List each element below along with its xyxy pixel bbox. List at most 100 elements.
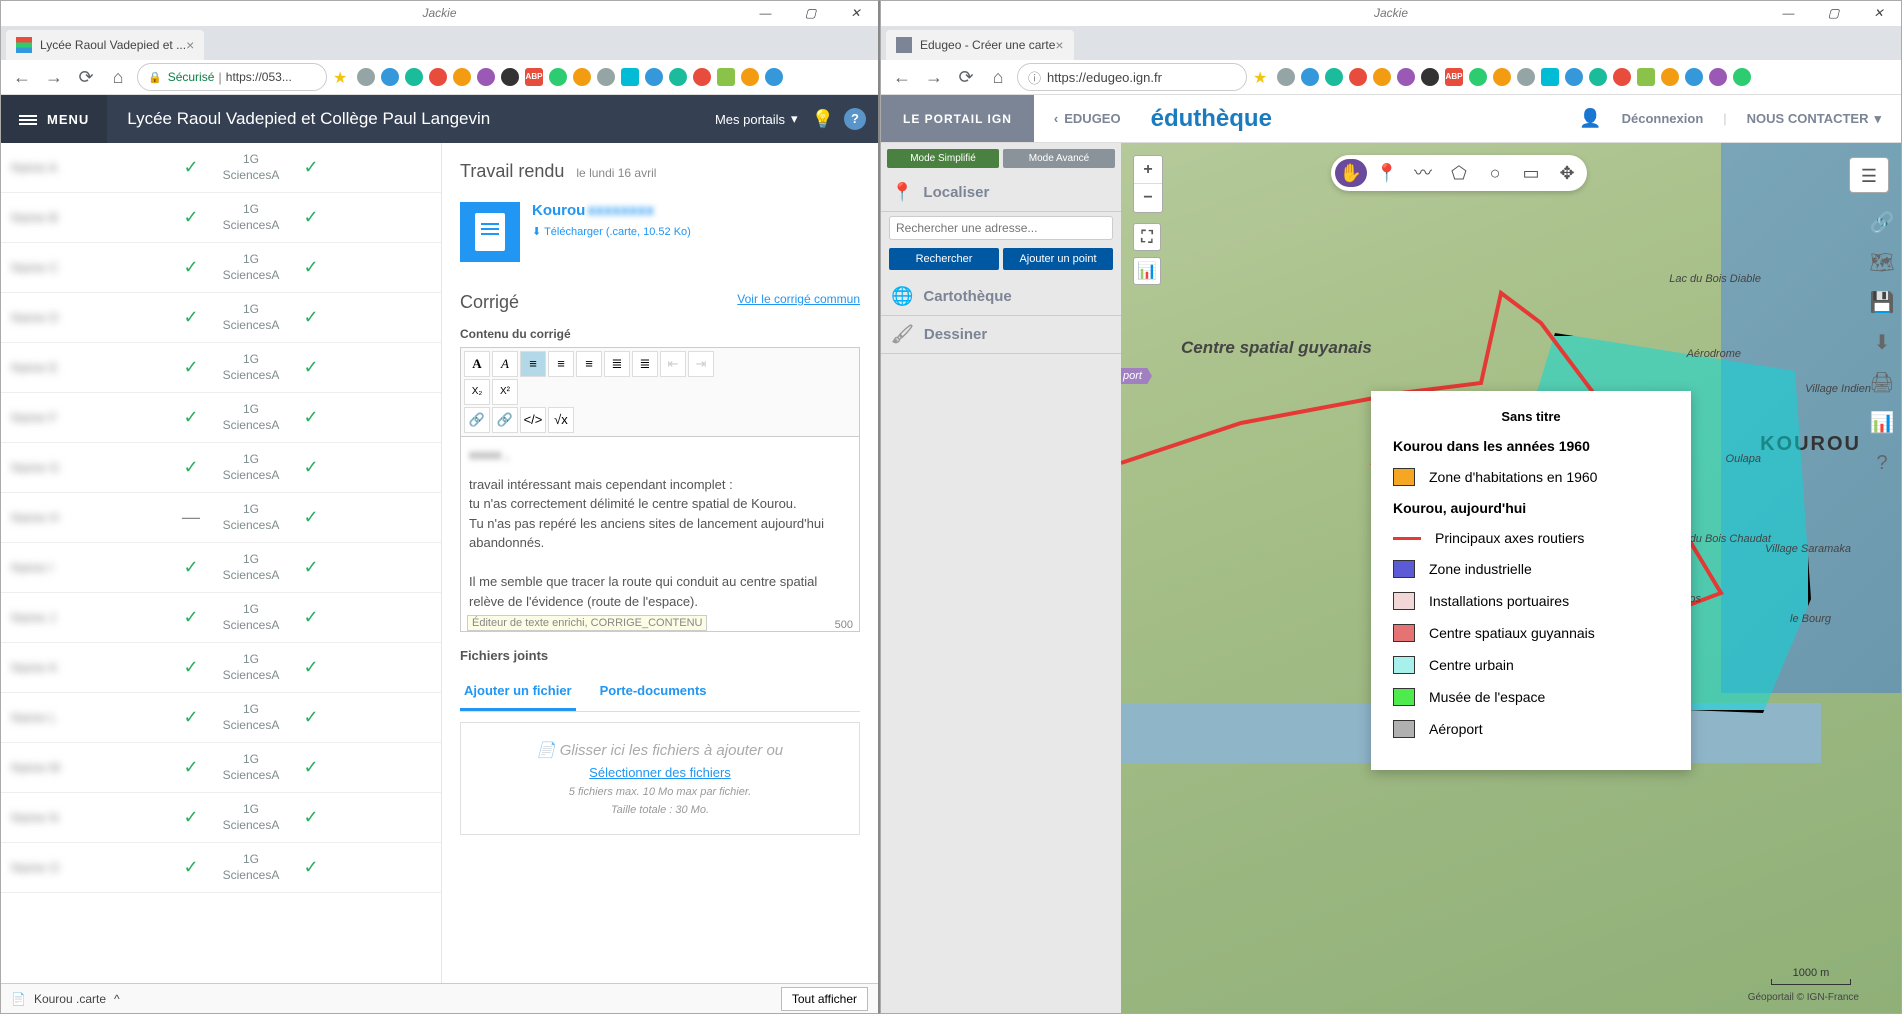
select-files-link[interactable]: Sélectionner des fichiers	[479, 765, 841, 780]
unlink-button[interactable]: 🔗	[492, 407, 518, 433]
maximize-button[interactable]: ▢	[1811, 1, 1856, 26]
ext-icon[interactable]	[1661, 68, 1679, 86]
ext-icon[interactable]	[645, 68, 663, 86]
student-row[interactable]: Name J ✓ 1GSciencesA ✓	[1, 593, 441, 643]
mode-simplifie-button[interactable]: Mode Simplifié	[887, 149, 999, 168]
home-button[interactable]: ⌂	[985, 64, 1011, 90]
circle-tool[interactable]: ○	[1479, 159, 1511, 187]
ext-icon[interactable]	[1565, 68, 1583, 86]
zoom-out-button[interactable]: −	[1134, 184, 1162, 212]
rect-tool[interactable]: ▭	[1515, 159, 1547, 187]
reload-button[interactable]: ⟳	[73, 64, 99, 90]
ext-icon[interactable]	[1397, 68, 1415, 86]
student-row[interactable]: Name B ✓ 1GSciencesA ✓	[1, 193, 441, 243]
ext-icon[interactable]	[717, 68, 735, 86]
deconnexion-link[interactable]: Déconnexion	[1622, 111, 1704, 126]
url-input[interactable]: ⓘ https://edugeo.ign.fr	[1017, 63, 1247, 91]
tab-porte-documents[interactable]: Porte-documents	[596, 673, 711, 711]
contact-link[interactable]: NOUS CONTACTER ▾	[1747, 111, 1881, 127]
indent-button[interactable]: ⇥	[688, 351, 714, 377]
student-row[interactable]: Name N ✓ 1GSciencesA ✓	[1, 793, 441, 843]
ext-icon[interactable]	[1637, 68, 1655, 86]
ext-icon[interactable]	[1685, 68, 1703, 86]
tab-close-icon[interactable]: ×	[186, 37, 194, 53]
map-legend[interactable]: Sans titre Kourou dans les années 1960 Z…	[1371, 391, 1691, 770]
ext-icon[interactable]	[549, 68, 567, 86]
file-link[interactable]: Kourouxxxxxxxx	[532, 202, 654, 219]
dessiner-section[interactable]: 🖌 Dessiner	[881, 316, 1121, 354]
ext-icon[interactable]	[621, 68, 639, 86]
list-ul-button[interactable]: ≣	[632, 351, 658, 377]
map-tool[interactable]: 🗺	[1863, 243, 1901, 283]
tab-ajouter[interactable]: Ajouter un fichier	[460, 673, 576, 711]
minimize-button[interactable]: —	[743, 1, 788, 26]
ext-icon[interactable]	[501, 68, 519, 86]
ext-icon[interactable]	[405, 68, 423, 86]
ext-icon[interactable]	[1469, 68, 1487, 86]
abp-icon[interactable]: ABP	[525, 68, 543, 86]
fullscreen-button[interactable]: ⛶	[1133, 223, 1161, 251]
maximize-button[interactable]: ▢	[788, 1, 833, 26]
ext-icon[interactable]	[669, 68, 687, 86]
student-row[interactable]: Name K ✓ 1GSciencesA ✓	[1, 643, 441, 693]
map-canvas[interactable]: Centre spatial guyanais KOUROU Lac du Bo…	[1121, 143, 1901, 1013]
ext-icon[interactable]	[1325, 68, 1343, 86]
ext-icon[interactable]	[453, 68, 471, 86]
download-tool[interactable]: ⬇	[1863, 323, 1901, 363]
menu-button[interactable]: MENU	[1, 95, 107, 143]
back-edugeo-link[interactable]: ‹ EDUGEO	[1034, 111, 1141, 126]
student-row[interactable]: Name H — 1GSciencesA ✓	[1, 493, 441, 543]
save-tool[interactable]: 💾	[1863, 283, 1901, 323]
print-tool[interactable]: 🖨	[1863, 363, 1901, 403]
ext-icon[interactable]	[597, 68, 615, 86]
ext-icon[interactable]	[1613, 68, 1631, 86]
align-left-button[interactable]: ≡	[520, 351, 546, 377]
bookmark-icon[interactable]: ★	[333, 68, 351, 86]
italic-button[interactable]: A	[492, 351, 518, 377]
ext-icon[interactable]	[573, 68, 591, 86]
close-button[interactable]: ✕	[1856, 1, 1901, 26]
chart-tool[interactable]: 📊	[1863, 403, 1901, 443]
formula-button[interactable]: √x	[548, 407, 574, 433]
browser-tab[interactable]: Edugeo - Créer une carte ×	[886, 30, 1074, 60]
pan-tool[interactable]: ✋	[1335, 159, 1367, 187]
forward-button[interactable]: →	[41, 64, 67, 90]
localiser-section[interactable]: 📍 Localiser	[881, 174, 1121, 212]
browser-tab[interactable]: Lycée Raoul Vadepied et ... ×	[6, 30, 204, 60]
student-row[interactable]: Name L ✓ 1GSciencesA ✓	[1, 693, 441, 743]
portail-ign-button[interactable]: LE PORTAIL IGN	[881, 95, 1034, 142]
ext-icon[interactable]	[1589, 68, 1607, 86]
help-tool[interactable]: ?	[1863, 443, 1901, 483]
ext-icon[interactable]	[1277, 68, 1295, 86]
help-icon[interactable]: ?	[844, 108, 866, 130]
address-search-input[interactable]	[889, 216, 1113, 240]
url-input[interactable]: 🔒 Sécurisé | https://053...	[137, 63, 327, 91]
downloaded-file[interactable]: 📄 Kourou .carte ^	[11, 992, 120, 1006]
drop-zone[interactable]: 📄 Glisser ici les fichiers à ajouter ou …	[460, 722, 860, 835]
student-row[interactable]: Name I ✓ 1GSciencesA ✓	[1, 543, 441, 593]
ext-icon[interactable]	[693, 68, 711, 86]
line-tool[interactable]: 〰	[1407, 159, 1439, 187]
student-row[interactable]: Name G ✓ 1GSciencesA ✓	[1, 443, 441, 493]
move-tool[interactable]: ✥	[1551, 159, 1583, 187]
ext-icon[interactable]	[477, 68, 495, 86]
close-button[interactable]: ✕	[833, 1, 878, 26]
source-button[interactable]: </>	[520, 407, 546, 433]
ext-icon[interactable]	[741, 68, 759, 86]
bookmark-icon[interactable]: ★	[1253, 68, 1271, 86]
ext-icon[interactable]	[1301, 68, 1319, 86]
student-row[interactable]: Name A ✓ 1GSciencesA ✓	[1, 143, 441, 193]
student-list[interactable]: Name A ✓ 1GSciencesA ✓ Name B ✓ 1GScienc…	[1, 143, 441, 983]
superscript-button[interactable]: X²	[492, 379, 518, 405]
abp-icon[interactable]: ABP	[1445, 68, 1463, 86]
ext-icon[interactable]	[1517, 68, 1535, 86]
ext-icon[interactable]	[429, 68, 447, 86]
editor-textarea[interactable]: xxxxx , travail intéressant mais cependa…	[461, 437, 859, 619]
rechercher-button[interactable]: Rechercher	[889, 248, 999, 270]
bulb-icon[interactable]: 💡	[812, 109, 834, 130]
polygon-tool[interactable]: ⬠	[1443, 159, 1475, 187]
ext-icon[interactable]	[765, 68, 783, 86]
home-button[interactable]: ⌂	[105, 64, 131, 90]
ajouter-point-button[interactable]: Ajouter un point	[1003, 248, 1113, 270]
outdent-button[interactable]: ⇤	[660, 351, 686, 377]
